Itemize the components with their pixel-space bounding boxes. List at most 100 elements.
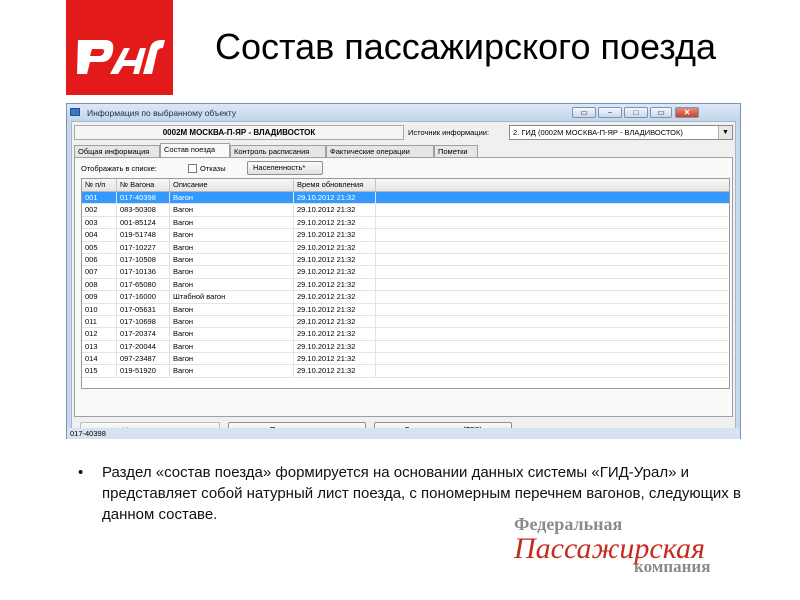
bullet: • — [78, 464, 84, 481]
cell-wagon: 017-10227 — [117, 241, 170, 253]
tab-schedule-control[interactable]: Контроль расписания — [230, 145, 326, 157]
cell-number: 010 — [82, 303, 117, 315]
failures-checkbox[interactable] — [188, 164, 197, 173]
cell-wagon: 017-10508 — [117, 253, 170, 266]
tab-actual-operations[interactable]: Фактические операции — [326, 145, 434, 157]
wagon-table: № п/п № Вагона Описание Время обновления… — [81, 178, 730, 389]
table-row[interactable]: 002 083-50308 Вагон 29.10.2012 21:32 — [82, 204, 729, 217]
app-icon — [70, 108, 80, 116]
cell-wagon: 017-65080 — [117, 278, 170, 291]
cell-description: Вагон — [170, 340, 294, 353]
cell-update-time: 29.10.2012 21:32 — [294, 216, 376, 229]
cell-number: 012 — [82, 328, 117, 340]
rzd-logo-mark — [77, 40, 165, 74]
table-row[interactable]: 009 017-16000 Штабной вагон 29.10.2012 21:3… — [82, 291, 729, 304]
minimize-icon[interactable]: − — [598, 107, 622, 118]
occupancy-button[interactable]: Населенность* — [247, 161, 323, 175]
filter-label: Отображать в списке: — [81, 164, 157, 173]
cell-description: Штабной вагон — [170, 291, 294, 303]
cell-number: 003 — [82, 216, 117, 229]
cell-description: Вагон — [170, 365, 294, 377]
cell-description: Вагон — [170, 204, 294, 216]
column-header-update-time[interactable]: Время обновления — [294, 179, 376, 191]
cell-update-time: 29.10.2012 21:32 — [294, 365, 376, 377]
cell-description: Вагон — [170, 253, 294, 266]
cell-description: Вагон — [170, 328, 294, 340]
cell-wagon: 017-40398 — [117, 192, 170, 204]
table-row[interactable]: 007 017-10136 Вагон 29.10.2012 21:32 — [82, 266, 729, 279]
cell-wagon: 083-50308 — [117, 204, 170, 216]
close-icon[interactable]: ✕ — [675, 107, 699, 118]
cell-description: Вагон — [170, 303, 294, 315]
cell-update-time: 29.10.2012 21:32 — [294, 353, 376, 365]
table-row[interactable]: 013 017-20044 Вагон 29.10.2012 21:32 — [82, 340, 729, 354]
table-row[interactable]: 015 019-51920 Вагон 29.10.2012 21:32 — [82, 365, 729, 378]
cell-description: Вагон — [170, 216, 294, 229]
info-window: Информация по выбранному объекту ▭ − □ ▭… — [66, 103, 741, 439]
table-row[interactable]: 010 017-05631 Вагон 29.10.2012 21:32 — [82, 303, 729, 316]
table-row[interactable]: 005 017-10227 Вагон 29.10.2012 21:32 — [82, 241, 729, 254]
restore-down-icon[interactable]: ▭ — [650, 107, 672, 118]
fpk-logo-line2: компания — [634, 557, 710, 574]
source-select[interactable]: 2. ГИД (0002М МОСКВА-П-ЯР - ВЛАДИВОСТОК)… — [509, 125, 733, 140]
cell-update-time: 29.10.2012 21:32 — [294, 253, 376, 266]
cell-wagon: 097-23487 — [117, 353, 170, 365]
cell-number: 015 — [82, 365, 117, 377]
cell-wagon: 017-20374 — [117, 328, 170, 340]
table-body: 001 017-40398 Вагон 29.10.2012 21:32 002 083-… — [82, 192, 729, 378]
cell-update-time: 29.10.2012 21:32 — [294, 192, 376, 204]
column-header-wagon[interactable]: № Вагона — [117, 179, 170, 191]
column-header-description[interactable]: Описание — [170, 179, 294, 191]
table-row[interactable]: 001 017-40398 Вагон 29.10.2012 21:32 — [82, 192, 729, 205]
restore-icon[interactable]: ▭ — [572, 107, 596, 118]
table-row[interactable]: 004 019-51748 Вагон 29.10.2012 21:32 — [82, 229, 729, 242]
tab-train-composition[interactable]: Состав поезда — [160, 143, 230, 157]
fpk-logo-line1: Федеральная — [514, 514, 622, 534]
cell-update-time: 29.10.2012 21:32 — [294, 315, 376, 328]
fpk-logo: Федеральная Пассажирская компания — [513, 514, 710, 574]
cell-update-time: 29.10.2012 21:32 — [294, 229, 376, 241]
cell-wagon: 001-85124 — [117, 216, 170, 229]
chevron-down-icon[interactable]: ▼ — [718, 126, 732, 139]
cell-description: Вагон — [170, 266, 294, 278]
cell-description: Вагон — [170, 192, 294, 204]
window-title: Информация по выбранному объекту — [87, 108, 237, 118]
cell-description: Вагон — [170, 241, 294, 253]
slide-title: Состав пассажирского поезда — [215, 26, 717, 67]
cell-number: 004 — [82, 229, 117, 241]
cell-update-time: 29.10.2012 21:32 — [294, 328, 376, 340]
cell-number: 006 — [82, 253, 117, 266]
table-row[interactable]: 008 017-65080 Вагон 29.10.2012 21:32 — [82, 278, 729, 292]
table-row[interactable]: 006 017-10508 Вагон 29.10.2012 21:32 — [82, 253, 729, 267]
cell-update-time: 29.10.2012 21:32 — [294, 204, 376, 216]
maximize-icon[interactable]: □ — [624, 107, 648, 118]
cell-description: Вагон — [170, 353, 294, 365]
source-select-value: 2. ГИД (0002М МОСКВА-П-ЯР - ВЛАДИВОСТОК) — [513, 128, 683, 137]
cell-update-time: 29.10.2012 21:32 — [294, 303, 376, 315]
cell-number: 009 — [82, 291, 117, 303]
column-header-number[interactable]: № п/п — [82, 179, 117, 191]
cell-wagon: 017-10136 — [117, 266, 170, 278]
source-label: Источник информации: — [408, 128, 490, 137]
cell-number: 007 — [82, 266, 117, 278]
cell-number: 014 — [82, 353, 117, 365]
cell-number: 008 — [82, 278, 117, 291]
cell-description: Вагон — [170, 229, 294, 241]
cell-update-time: 29.10.2012 21:32 — [294, 266, 376, 278]
tab-notes[interactable]: Пометки — [434, 145, 478, 157]
cell-description: Вагон — [170, 315, 294, 328]
failures-checkbox-label: Отказы — [200, 164, 226, 173]
table-row[interactable]: 012 017-20374 Вагон 29.10.2012 21:32 — [82, 328, 729, 341]
cell-wagon: 017-20044 — [117, 340, 170, 353]
cell-wagon: 017-05631 — [117, 303, 170, 315]
table-row[interactable]: 003 001-85124 Вагон 29.10.2012 21:32 — [82, 216, 729, 230]
cell-update-time: 29.10.2012 21:32 — [294, 340, 376, 353]
window-titlebar[interactable]: Информация по выбранному объекту ▭ − □ ▭… — [67, 104, 740, 121]
cell-description: Вагон — [170, 278, 294, 291]
table-row[interactable]: 014 097-23487 Вагон 29.10.2012 21:32 — [82, 353, 729, 366]
cell-wagon: 019-51748 — [117, 229, 170, 241]
tab-general[interactable]: Общая информация — [74, 145, 160, 157]
cell-wagon: 019-51920 — [117, 365, 170, 377]
table-row[interactable]: 011 017-10698 Вагон 29.10.2012 21:32 — [82, 315, 729, 329]
status-bar: 017-40398 — [67, 428, 740, 439]
